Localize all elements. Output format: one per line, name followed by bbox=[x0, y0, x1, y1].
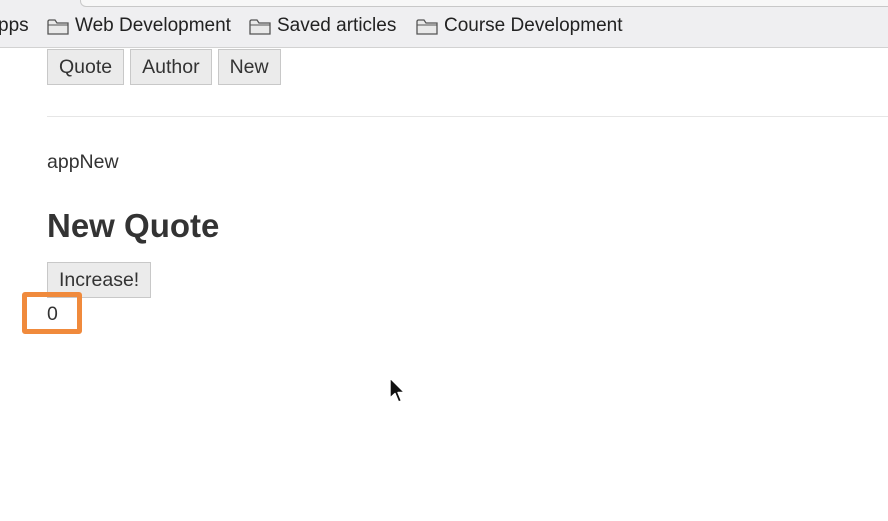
divider bbox=[47, 116, 888, 117]
bookmark-web-development-label: Web Development bbox=[75, 15, 231, 36]
bookmark-saved-articles[interactable]: Saved articles bbox=[249, 15, 396, 37]
bookmark-saved-articles-label: Saved articles bbox=[277, 15, 397, 36]
folder-icon bbox=[47, 18, 69, 35]
bookmark-apps[interactable]: pps bbox=[0, 15, 29, 37]
folder-icon bbox=[249, 18, 271, 35]
folder-icon bbox=[416, 18, 438, 35]
nav-buttons: Quote Author New bbox=[47, 49, 281, 85]
new-button[interactable]: New bbox=[217, 49, 281, 85]
highlight-box bbox=[22, 292, 82, 334]
mouse-cursor-icon bbox=[389, 377, 406, 403]
bookmark-course-development[interactable]: Course Development bbox=[416, 15, 622, 37]
page-title: New Quote bbox=[47, 207, 220, 244]
author-button[interactable]: Author bbox=[130, 49, 212, 85]
app-label: appNew bbox=[47, 151, 119, 173]
address-bar-edge[interactable] bbox=[80, 0, 888, 7]
quote-button[interactable]: Quote bbox=[47, 49, 125, 85]
bookmark-course-development-label: Course Development bbox=[444, 15, 623, 36]
bookmarks-bar: pps Web Development Saved articles Cours… bbox=[0, 0, 888, 48]
bookmark-apps-label: pps bbox=[0, 15, 29, 36]
bookmark-web-development[interactable]: Web Development bbox=[47, 15, 231, 37]
